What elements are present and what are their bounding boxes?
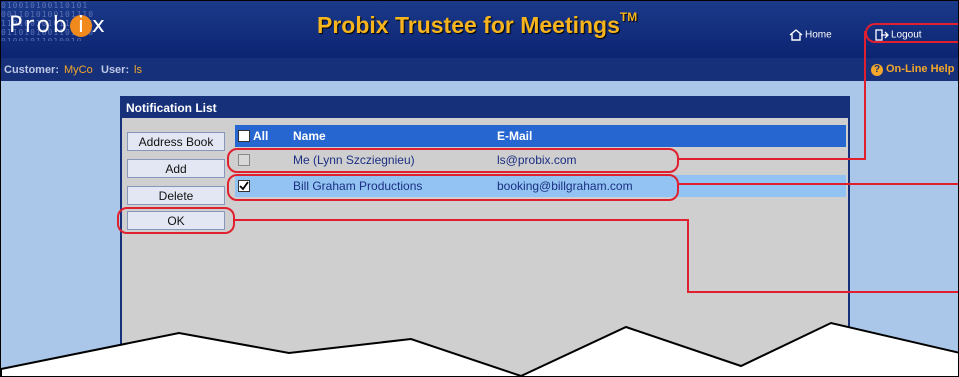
app-window: 010010100110101 0011010100101110 1101001… [0,0,959,377]
torn-edge-overlay [1,321,958,376]
torn-edge-shape [1,321,958,376]
